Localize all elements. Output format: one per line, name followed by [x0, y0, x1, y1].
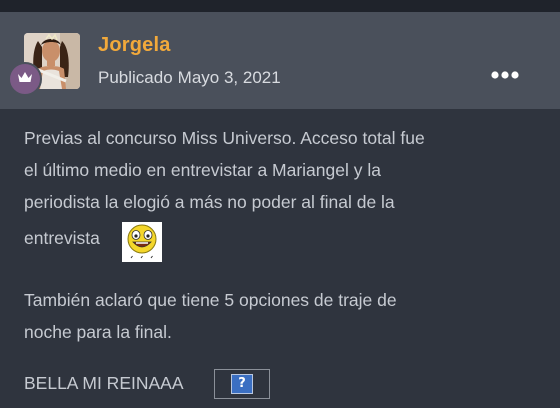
top-bar	[0, 0, 560, 12]
published-date[interactable]: Mayo 3, 2021	[178, 68, 281, 87]
post-date: Publicado Mayo 3, 2021	[98, 68, 286, 88]
rank-badge	[8, 62, 42, 96]
body-line: Previas al concurso Miss Universo. Acces…	[24, 128, 425, 148]
body-line: noche para la final.	[24, 322, 172, 342]
body-line: También aclaró que tiene 5 opciones de t…	[24, 290, 397, 310]
body-line: periodista la elogió a más no poder al f…	[24, 192, 395, 212]
more-horizontal-icon	[490, 67, 520, 85]
body-line: BELLA MI REINAAA	[24, 373, 184, 393]
laughing-emoji-icon	[122, 222, 162, 262]
broken-image-icon: ?	[231, 374, 253, 394]
published-label: Publicado	[98, 68, 173, 87]
crown-icon	[17, 70, 33, 89]
body-line: el último medio en entrevistar a Mariang…	[24, 160, 381, 180]
broken-image-placeholder[interactable]: ?	[214, 369, 270, 399]
author-name[interactable]: Jorgela	[98, 34, 171, 57]
body-line: entrevista	[24, 228, 100, 248]
post-header: Jorgela Publicado Mayo 3, 2021	[0, 12, 560, 109]
post-options-button[interactable]	[488, 64, 522, 88]
